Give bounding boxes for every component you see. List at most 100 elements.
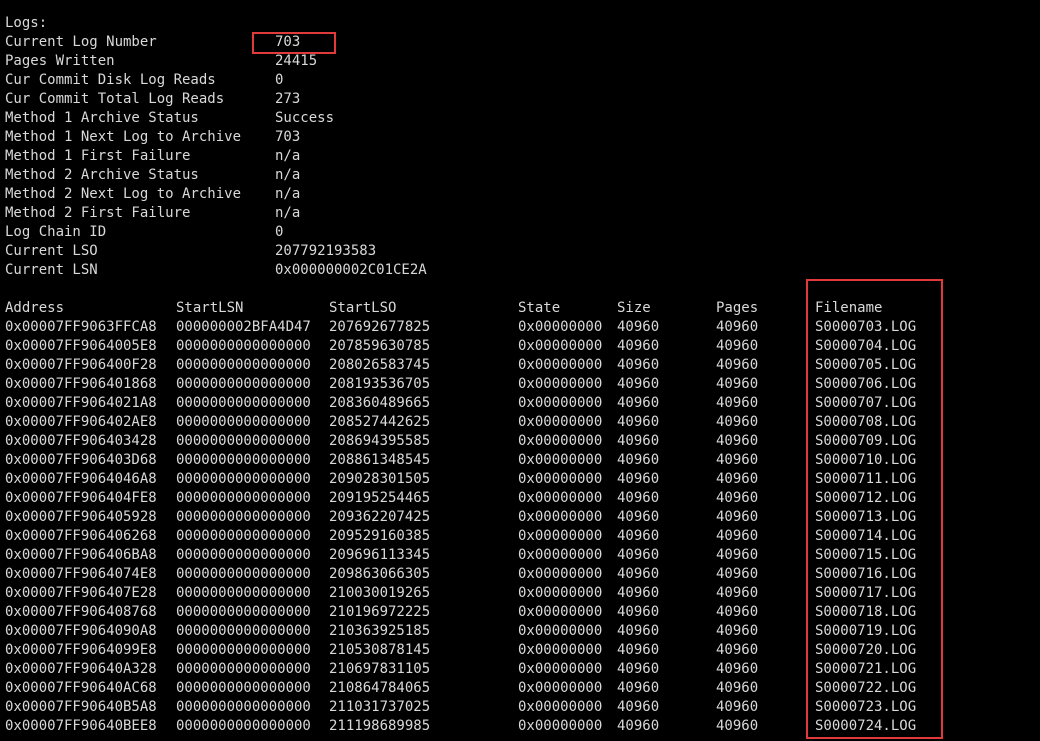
cell-size: 40960	[617, 319, 660, 335]
cell-address: 0x00007FF906408768	[5, 604, 157, 620]
cell-start-lso: 208527442625	[329, 414, 431, 430]
cell-start-lso: 209195254465	[329, 490, 431, 506]
cell-address: 0x00007FF906406BA8	[5, 547, 157, 563]
summary-key: Cur Commit Total Log Reads	[5, 91, 225, 107]
cell-address: 0x00007FF9064021A8	[5, 395, 157, 411]
cell-start-lsn: 0000000000000000	[176, 509, 311, 525]
cell-state: 0x00000000	[518, 604, 603, 620]
cell-start-lso: 208193536705	[329, 376, 431, 392]
summary-key: Log Chain ID	[5, 224, 107, 240]
cell-start-lsn: 0000000000000000	[176, 604, 311, 620]
summary-key: Current LSN	[5, 262, 98, 278]
cell-state: 0x00000000	[518, 566, 603, 582]
cell-size: 40960	[617, 661, 660, 677]
summary-row: Cur Commit Disk Log Reads 0	[0, 71, 1040, 90]
cell-size: 40960	[617, 414, 660, 430]
cell-address: 0x00007FF906403428	[5, 433, 157, 449]
cell-state: 0x00000000	[518, 319, 603, 335]
cell-state: 0x00000000	[518, 585, 603, 601]
summary-row: Cur Commit Total Log Reads 273	[0, 90, 1040, 109]
cell-start-lsn: 0000000000000000	[176, 357, 311, 373]
cell-start-lso: 211031737025	[329, 699, 431, 715]
summary-row: Method 1 Next Log to Archive 703	[0, 128, 1040, 147]
cell-size: 40960	[617, 566, 660, 582]
summary-value: n/a	[275, 148, 301, 164]
cell-size: 40960	[617, 604, 660, 620]
cell-address: 0x00007FF906405928	[5, 509, 157, 525]
header-start-lso: StartLSO	[329, 300, 397, 316]
summary-row: Log Chain ID 0	[0, 223, 1040, 242]
summary-row: Current LSO 207792193583	[0, 242, 1040, 261]
cell-address: 0x00007FF906401868	[5, 376, 157, 392]
cell-start-lso: 208861348545	[329, 452, 431, 468]
cell-size: 40960	[617, 680, 660, 696]
cell-start-lso: 208360489665	[329, 395, 431, 411]
cell-size: 40960	[617, 395, 660, 411]
cell-address: 0x00007FF906407E28	[5, 585, 157, 601]
summary-row: Current LSN 0x000000002C01CE2A	[0, 261, 1040, 280]
summary-value: Success	[275, 110, 335, 126]
filename-column-highlight	[806, 279, 943, 739]
cell-size: 40960	[617, 490, 660, 506]
summary-value: 703	[275, 129, 301, 145]
cell-pages: 40960	[716, 547, 759, 563]
summary-key: Method 2 Next Log to Archive	[5, 186, 242, 202]
cell-state: 0x00000000	[518, 433, 603, 449]
cell-start-lso: 210196972225	[329, 604, 431, 620]
summary-key: Method 1 Next Log to Archive	[5, 129, 242, 145]
cell-size: 40960	[617, 433, 660, 449]
cell-pages: 40960	[716, 338, 759, 354]
cell-start-lso: 208694395585	[329, 433, 431, 449]
cell-start-lsn: 0000000000000000	[176, 680, 311, 696]
cell-pages: 40960	[716, 604, 759, 620]
cell-start-lsn: 0000000000000000	[176, 338, 311, 354]
summary-value: 24415	[275, 53, 318, 69]
cell-start-lsn: 0000000000000000	[176, 452, 311, 468]
cell-start-lso: 210864784065	[329, 680, 431, 696]
cell-size: 40960	[617, 585, 660, 601]
summary-row: Pages Written 24415	[0, 52, 1040, 71]
summary-key: Current LSO	[5, 243, 98, 259]
summary-key: Method 2 Archive Status	[5, 167, 199, 183]
cell-address: 0x00007FF9064046A8	[5, 471, 157, 487]
cell-state: 0x00000000	[518, 471, 603, 487]
cell-address: 0x00007FF9064099E8	[5, 642, 157, 658]
header-size: Size	[617, 300, 651, 316]
cell-start-lsn: 0000000000000000	[176, 433, 311, 449]
cell-address: 0x00007FF906402AE8	[5, 414, 157, 430]
cell-state: 0x00000000	[518, 528, 603, 544]
cell-start-lsn: 0000000000000000	[176, 414, 311, 430]
header-address: Address	[5, 300, 65, 316]
cell-pages: 40960	[716, 661, 759, 677]
cell-start-lso: 211198689985	[329, 718, 431, 734]
cell-state: 0x00000000	[518, 623, 603, 639]
summary-row: Method 1 Archive Status Success	[0, 109, 1040, 128]
cell-pages: 40960	[716, 566, 759, 582]
cell-pages: 40960	[716, 623, 759, 639]
summary-row: Current Log Number 703	[0, 33, 1040, 52]
cell-state: 0x00000000	[518, 395, 603, 411]
cell-pages: 40960	[716, 376, 759, 392]
summary-value: n/a	[275, 167, 301, 183]
cell-start-lso: 209028301505	[329, 471, 431, 487]
cell-state: 0x00000000	[518, 338, 603, 354]
cell-start-lsn: 0000000000000000	[176, 585, 311, 601]
cell-address: 0x00007FF90640BEE8	[5, 718, 157, 734]
cell-start-lso: 209362207425	[329, 509, 431, 525]
summary-key: Method 1 First Failure	[5, 148, 191, 164]
cell-size: 40960	[617, 547, 660, 563]
cell-state: 0x00000000	[518, 414, 603, 430]
cell-address: 0x00007FF9063FFCA8	[5, 319, 157, 335]
cell-pages: 40960	[716, 395, 759, 411]
cell-size: 40960	[617, 528, 660, 544]
cell-start-lso: 207692677825	[329, 319, 431, 335]
cell-pages: 40960	[716, 680, 759, 696]
cell-start-lsn: 0000000000000000	[176, 490, 311, 506]
cell-address: 0x00007FF90640A328	[5, 661, 157, 677]
cell-size: 40960	[617, 376, 660, 392]
cell-start-lsn: 0000000000000000	[176, 699, 311, 715]
cell-size: 40960	[617, 699, 660, 715]
cell-address: 0x00007FF9064005E8	[5, 338, 157, 354]
cell-start-lsn: 000000002BFA4D47	[176, 319, 311, 335]
cell-start-lso: 207859630785	[329, 338, 431, 354]
